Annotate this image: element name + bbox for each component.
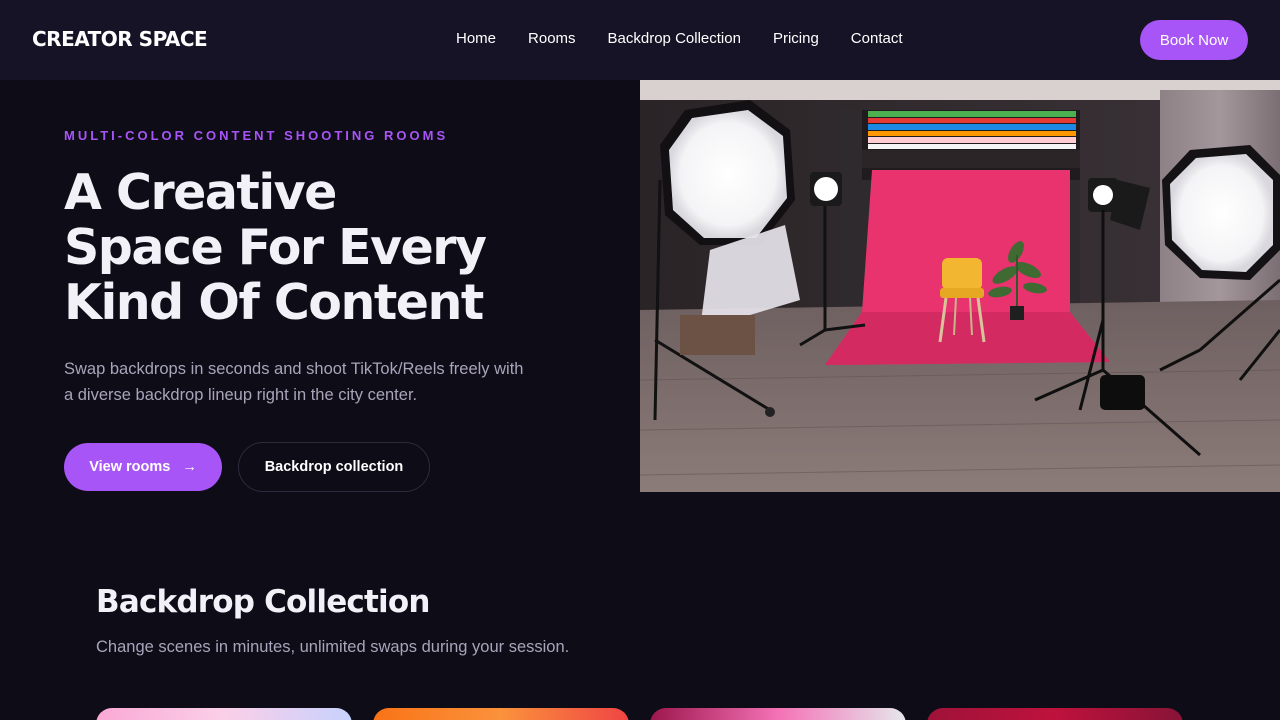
backdrop-collection-button[interactable]: Backdrop collection — [238, 442, 430, 492]
book-now-button[interactable]: Book Now — [1140, 20, 1248, 60]
nav-links: Home Rooms Backdrop Collection Pricing C… — [456, 30, 935, 47]
backdrop-card[interactable] — [927, 708, 1183, 720]
nav-link-pricing[interactable]: Pricing — [773, 30, 819, 47]
top-nav: CREATOR SPACE Home Rooms Backdrop Collec… — [0, 0, 1280, 80]
nav-link-rooms[interactable]: Rooms — [528, 30, 576, 47]
nav-link-home[interactable]: Home — [456, 30, 496, 47]
studio-photo-illustration — [640, 80, 1280, 492]
hero-title: A Creative Space For Every Kind Of Conte… — [64, 165, 624, 330]
nav-link-contact[interactable]: Contact — [851, 30, 903, 47]
hero-subtitle: Swap backdrops in seconds and shoot TikT… — [64, 360, 524, 404]
backdrop-card[interactable] — [650, 708, 906, 720]
nav-link-backdrop-collection[interactable]: Backdrop Collection — [608, 30, 741, 47]
hero-title-line: Kind Of Content — [64, 274, 484, 331]
backdrop-collection-title: Backdrop Collection — [96, 584, 430, 620]
backdrop-card[interactable] — [96, 708, 352, 720]
backdrop-collection-subtitle: Change scenes in minutes, unlimited swap… — [96, 638, 570, 656]
backdrop-card[interactable] — [373, 708, 629, 720]
studio-hero-image — [640, 80, 1280, 492]
hero-eyebrow: MULTI-COLOR CONTENT SHOOTING ROOMS — [64, 128, 449, 143]
hero-title-line: A Creative — [64, 164, 337, 221]
brand-logo[interactable]: CREATOR SPACE — [32, 27, 208, 51]
arrow-right-icon: → — [182, 459, 197, 475]
hero-title-line: Space For Every — [64, 219, 487, 276]
view-rooms-label: View rooms — [89, 459, 171, 475]
view-rooms-button[interactable]: View rooms → — [64, 443, 222, 491]
